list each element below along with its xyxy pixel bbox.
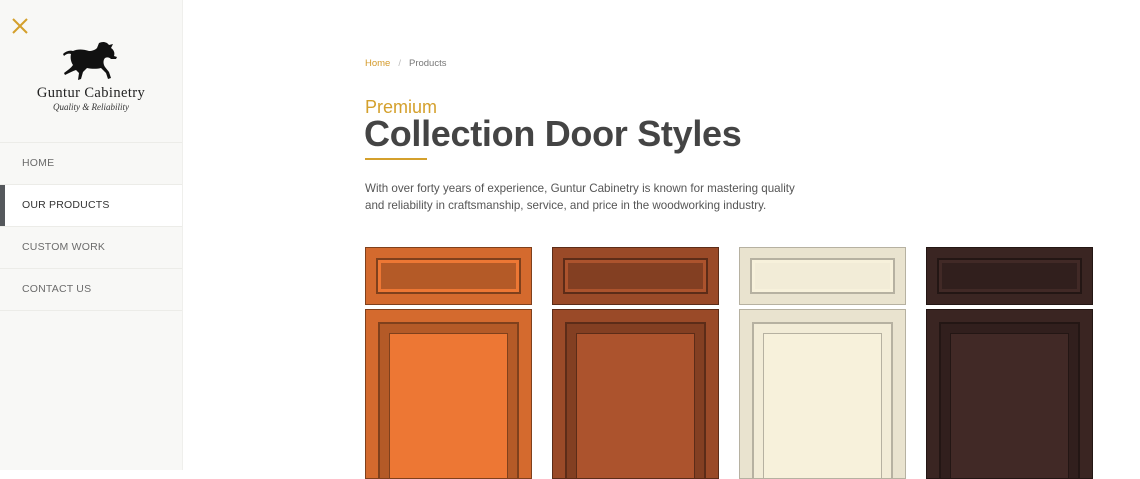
nav-item-our-products[interactable]: OUR PRODUCTS: [0, 185, 182, 227]
breadcrumb-separator: /: [398, 58, 401, 69]
logo[interactable]: Guntur Cabinetry Quality & Reliability: [20, 40, 162, 120]
cream-door-image[interactable]: [739, 247, 906, 479]
brown-door-image[interactable]: [552, 247, 719, 479]
nav-item-contact-us[interactable]: CONTACT US: [0, 269, 182, 311]
horse-logo-icon: [63, 41, 117, 80]
close-icon[interactable]: [10, 16, 30, 36]
breadcrumb-home-link[interactable]: Home: [365, 58, 390, 69]
main-nav: HOME OUR PRODUCTS CUSTOM WORK CONTACT US: [0, 142, 182, 311]
breadcrumb: Home / Products: [365, 58, 446, 69]
nav-item-custom-work[interactable]: CUSTOM WORK: [0, 227, 182, 269]
logo-tagline: Quality & Reliability: [53, 102, 129, 112]
intro-paragraph: With over forty years of experience, Gun…: [365, 182, 795, 212]
sidebar: Guntur Cabinetry Quality & Reliability H…: [0, 0, 183, 470]
door-gallery: [365, 247, 1095, 479]
page-title: Collection Door Styles: [364, 113, 742, 154]
cherry-door-image[interactable]: [365, 247, 532, 479]
breadcrumb-current: Products: [408, 58, 447, 69]
title-underline: [365, 158, 427, 160]
nav-item-home[interactable]: HOME: [0, 143, 182, 185]
logo-name: Guntur Cabinetry: [36, 85, 146, 101]
espresso-door-image[interactable]: [926, 247, 1093, 479]
